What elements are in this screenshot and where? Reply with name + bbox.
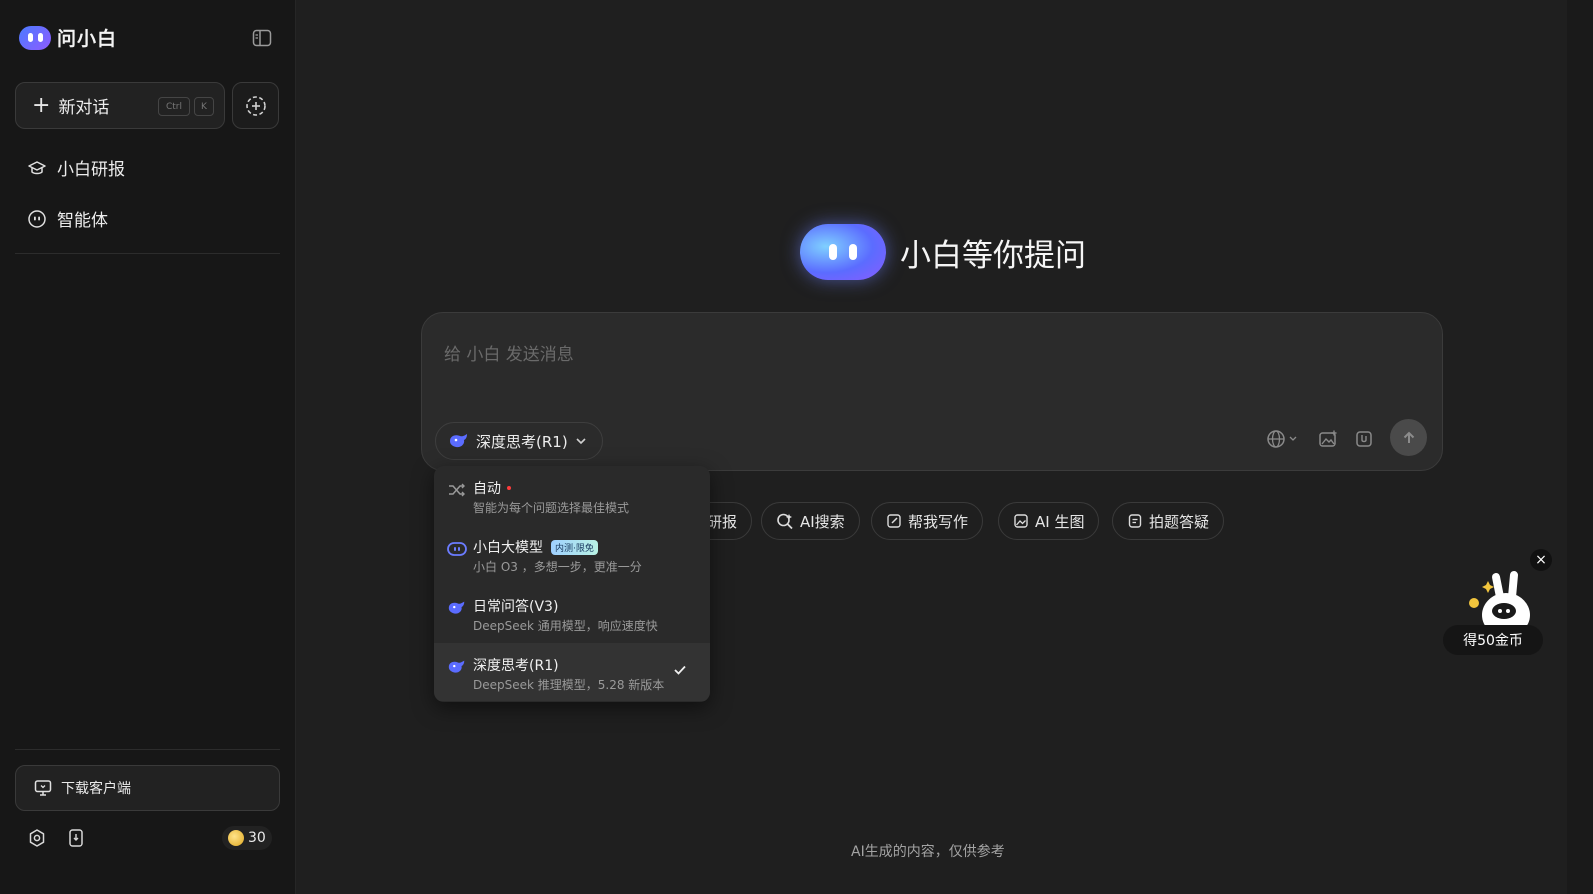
deepseek-whale-icon	[448, 660, 465, 673]
web-search-toggle[interactable]	[1265, 427, 1301, 451]
image-upload-icon[interactable]	[1316, 427, 1340, 451]
dashed-plus-circle-icon	[245, 95, 266, 116]
chip-label: 拍题答疑	[1149, 512, 1210, 531]
model-option-desc: DeepSeek 推理模型，5.28 新版本	[473, 678, 665, 692]
model-option-r1[interactable]: 深度思考(R1) DeepSeek 推理模型，5.28 新版本	[434, 643, 710, 701]
model-option-title: 自动	[473, 481, 501, 497]
new-dot	[507, 486, 511, 490]
arrow-up-icon	[1403, 431, 1414, 443]
disclaimer-text: AI生成的内容，仅供参考	[851, 844, 1005, 860]
xiaobai-logo-icon	[800, 224, 886, 280]
chip-photo-answer[interactable]: 拍题答疑	[1112, 502, 1225, 540]
shortcut-ctrl: Ctrl	[158, 97, 190, 116]
sidebar-item-label: 智能体	[57, 211, 108, 231]
close-icon[interactable]: ×	[1530, 549, 1552, 571]
sidebar-divider	[15, 253, 280, 254]
image-icon	[1014, 514, 1028, 528]
model-option-title: 深度思考(R1)	[473, 658, 559, 674]
xiaobai-logo-icon	[447, 542, 467, 556]
sidebar: 问小白 + 新对话 Ctrl K 小白研报 智能体 下载客户端 30	[0, 0, 296, 894]
hero: 小白等你提问	[800, 224, 1086, 280]
coin-promo-widget[interactable]: × 得50金币	[1442, 549, 1552, 659]
download-label: 下载客户端	[61, 781, 131, 797]
sidebar-item-research[interactable]: 小白研报	[27, 155, 125, 180]
hero-title: 小白等你提问	[900, 237, 1086, 274]
selected-model-label: 深度思考(R1)	[476, 432, 568, 451]
chip-label: AI 生图	[1035, 512, 1085, 531]
mobile-app-icon[interactable]	[66, 828, 86, 848]
sidebar-item-agents[interactable]: 智能体	[27, 206, 108, 231]
model-option-xiaobai[interactable]: 小白大模型 内测·限免 小白 O3 ，多想一步，更准一分	[434, 525, 710, 583]
message-input[interactable]: 给 小白 发送消息	[444, 340, 574, 365]
agent-face-icon	[28, 209, 46, 228]
coin-count: 30	[248, 830, 266, 846]
shortcut-k: K	[194, 97, 214, 116]
chip-label: AI搜索	[800, 512, 845, 531]
chip-label: 研报	[707, 512, 738, 531]
beta-badge: 内测·限免	[551, 539, 598, 555]
window-edge	[1567, 0, 1593, 894]
new-chat-button[interactable]: + 新对话 Ctrl K	[15, 82, 225, 129]
coin-balance[interactable]: 30	[222, 826, 272, 850]
promo-label[interactable]: 得50金币	[1443, 625, 1543, 655]
model-select-button[interactable]: 深度思考(R1)	[435, 422, 603, 460]
message-composer[interactable]: 给 小白 发送消息 深度思考(R1)	[421, 312, 1443, 471]
chevron-down-icon	[576, 438, 586, 445]
graduation-cap-icon	[28, 160, 46, 174]
coin-icon	[228, 830, 244, 846]
sidebar-divider	[15, 749, 280, 750]
app-name: 问小白	[57, 28, 118, 50]
monitor-download-icon	[34, 780, 52, 796]
model-option-auto[interactable]: 自动 智能为每个问题选择最佳模式	[434, 466, 710, 524]
add-agent-button[interactable]	[232, 82, 279, 129]
app-logo[interactable]: 问小白	[19, 24, 117, 51]
shuffle-icon	[449, 483, 465, 497]
plus-icon: +	[32, 92, 51, 118]
attachment-icon[interactable]	[1352, 427, 1376, 451]
chip-label: 帮我写作	[908, 512, 969, 531]
sidebar-toggle-icon[interactable]	[252, 28, 272, 48]
model-dropdown-menu: 自动 智能为每个问题选择最佳模式 小白大模型 内测·限免 小白 O3 ，多想一步，…	[434, 466, 710, 702]
xiaobai-logo-icon	[19, 25, 51, 50]
new-chat-label: 新对话	[58, 98, 110, 118]
model-option-title: 小白大模型	[473, 540, 543, 556]
chip-image-generation[interactable]: AI 生图	[998, 502, 1100, 540]
send-button[interactable]	[1390, 419, 1427, 456]
globe-icon	[1267, 430, 1297, 448]
edit-icon	[887, 514, 901, 528]
deepseek-whale-icon	[448, 601, 465, 614]
model-option-title: 日常问答(V3)	[473, 599, 559, 615]
model-option-desc: 小白 O3 ，多想一步，更准一分	[473, 560, 642, 574]
model-option-desc: DeepSeek 通用模型，响应速度快	[473, 619, 658, 633]
model-option-desc: 智能为每个问题选择最佳模式	[473, 501, 630, 515]
deepseek-whale-icon	[450, 434, 467, 448]
sidebar-item-label: 小白研报	[57, 160, 125, 180]
search-sparkle-icon	[777, 513, 793, 530]
chip-ai-search[interactable]: AI搜索	[761, 502, 860, 540]
checkmark-icon	[674, 665, 686, 675]
document-icon	[1128, 514, 1142, 528]
download-client-button[interactable]: 下载客户端	[15, 765, 280, 811]
settings-icon[interactable]	[27, 828, 47, 848]
chip-writing[interactable]: 帮我写作	[871, 502, 984, 540]
model-option-v3[interactable]: 日常问答(V3) DeepSeek 通用模型，响应速度快	[434, 584, 710, 642]
